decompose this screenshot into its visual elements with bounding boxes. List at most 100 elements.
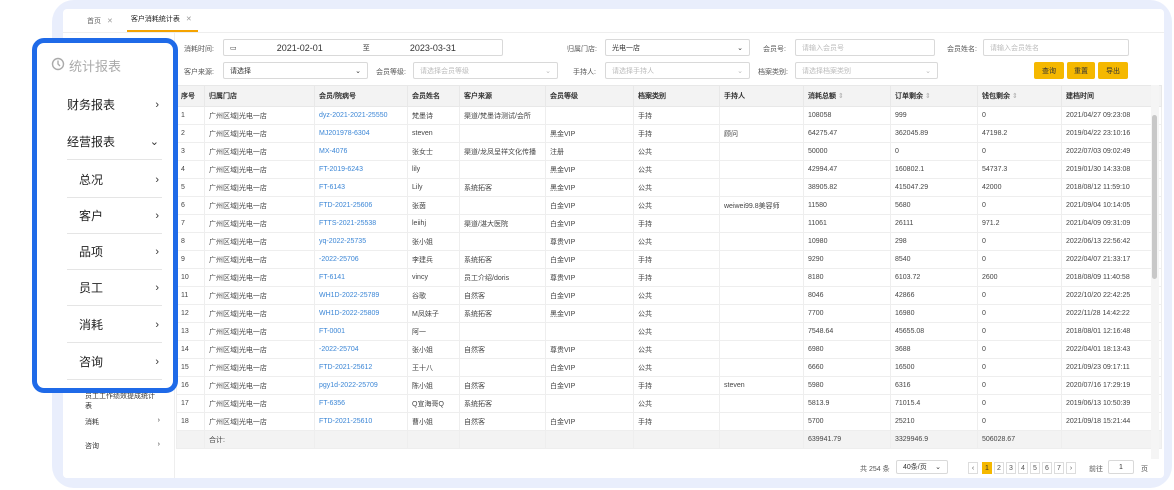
menu-item[interactable]: 财务报表 ›: [67, 96, 159, 113]
chevron-right-icon: ›: [155, 355, 159, 368]
goto-page-input[interactable]: 1: [1108, 460, 1134, 474]
export-button[interactable]: 导出: [1098, 62, 1128, 79]
table-row[interactable]: 8 广州区域|光电一店 yq-2022-25735 张小姐 尊贵VIP 公共 10980 29…: [176, 232, 1162, 251]
sidebar-item-label: 员工工作绩效提成统计表: [85, 393, 155, 410]
tab-customer-consumption[interactable]: 客户消耗统计表 ✕: [126, 14, 198, 32]
member-id-link[interactable]: dyz-2021-2021-25550: [314, 106, 408, 125]
next-page-button[interactable]: ›: [1066, 462, 1076, 474]
close-icon[interactable]: ✕: [186, 15, 192, 23]
table-row[interactable]: 16 广州区域|光电一店 pgy1d-2022-25709 陈小姐 自然客 白金VIP 手持…: [176, 376, 1162, 395]
table-row[interactable]: 3 广州区域|光电一店 MX-4076 张女士 渠道/龙凤呈祥文化传播 注册 公共 50000…: [176, 142, 1162, 161]
handler-select[interactable]: 请选择手持人 ⌄: [605, 62, 750, 79]
member-id-link[interactable]: FTD-2021-25606: [314, 196, 408, 215]
table-row[interactable]: 7 广州区域|光电一店 FTTS-2021-25538 leiihj 渠道/湛大医院 白金…: [176, 214, 1162, 233]
member-id-link[interactable]: FT-6141: [314, 268, 408, 287]
store-select[interactable]: 光电一店 ⌄: [605, 39, 750, 56]
menu-item[interactable]: 消耗 ›: [79, 316, 159, 333]
table-row[interactable]: 17 广州区域|光电一店 FT-6356 Q宣海哥Q 系统拓客 公共 5813.9 71015…: [176, 394, 1162, 413]
member-id-link[interactable]: pgy1d-2022-25709: [314, 376, 408, 395]
member-id-link[interactable]: -2022-25706: [314, 250, 408, 269]
reset-button[interactable]: 重置: [1067, 62, 1095, 79]
page-number-button[interactable]: 6: [1042, 462, 1052, 474]
table-cell: 7548.64: [803, 322, 891, 341]
close-icon[interactable]: ✕: [107, 17, 113, 25]
table-cell: [719, 394, 804, 413]
date-range-picker[interactable]: ▭ 2021-02-01 至 2023-03-31: [223, 39, 503, 56]
table-row[interactable]: 15 广州区域|光电一店 FTD-2021-25612 王十八 白金VIP 公共 6660 1…: [176, 358, 1162, 377]
prev-page-button[interactable]: ‹: [968, 462, 978, 474]
table-row[interactable]: 13 广州区域|光电一店 FT-0001 阿一 公共 7548.64 45655.08 0 20…: [176, 322, 1162, 341]
source-select[interactable]: 请选择 ⌄: [223, 62, 368, 79]
archive-select[interactable]: 请选择档案类别 ⌄: [795, 62, 938, 79]
tab-home[interactable]: 首页 ✕: [83, 16, 119, 32]
table-row[interactable]: 2 广州区域|光电一店 MJ201978-6304 steven 黑金VIP 手持 顾问 64…: [176, 124, 1162, 143]
menu-item[interactable]: 客户 ›: [79, 207, 159, 224]
sort-icon[interactable]: ⇕: [925, 93, 931, 100]
table-row[interactable]: 14 广州区域|光电一店 -2022-25704 张小姐 自然客 尊贵VIP 公共 6980 3…: [176, 340, 1162, 359]
table-cell: [719, 106, 804, 125]
table-cell: 自然客: [459, 412, 546, 431]
table-cell: 公共: [633, 196, 720, 215]
summary-cell: [719, 430, 804, 449]
sidebar-item-consumption[interactable]: 消耗 ›: [85, 417, 160, 427]
column-header[interactable]: 消耗总额 ⇕: [803, 85, 891, 107]
page-number-button[interactable]: 1: [982, 462, 992, 474]
sidebar-item-consult[interactable]: 咨询 ›: [85, 441, 160, 451]
member-id-link[interactable]: MJ201978-6304: [314, 124, 408, 143]
menu-item[interactable]: 品项 ›: [79, 243, 159, 260]
table-cell: 2022/11/28 14:42:22: [1061, 304, 1162, 323]
scrollbar-thumb[interactable]: [1152, 115, 1157, 279]
table-cell: 1: [176, 106, 205, 125]
member-id-link[interactable]: WH1D-2022-25789: [314, 286, 408, 305]
table-cell: 自然客: [459, 340, 546, 359]
column-header[interactable]: 订单剩余 ⇕: [890, 85, 978, 107]
page-number-button[interactable]: 7: [1054, 462, 1064, 474]
column-header[interactable]: 钱包剩余 ⇕: [977, 85, 1062, 107]
page-number-button[interactable]: 5: [1030, 462, 1040, 474]
table-cell: 公共: [633, 160, 720, 179]
table-row[interactable]: 1 广州区域|光电一店 dyz-2021-2021-25550 梵墨诗 渠道/梵墨诗测试…: [176, 106, 1162, 125]
table-cell: 0: [977, 412, 1062, 431]
divider: [67, 197, 162, 198]
table-row[interactable]: 12 广州区域|光电一店 WH1D-2022-25809 M凤妹子 系统拓客 黑金VIP 公…: [176, 304, 1162, 323]
table-cell: 系统拓客: [459, 178, 546, 197]
page-size-select[interactable]: 40条/页 ⌄: [896, 460, 948, 474]
table-cell: [719, 214, 804, 233]
member-id-link[interactable]: -2022-25704: [314, 340, 408, 359]
table-cell: 0: [977, 232, 1062, 251]
menu-item[interactable]: 总况 ›: [79, 171, 159, 188]
table-row[interactable]: 11 广州区域|光电一店 WH1D-2022-25789 谷歌 自然客 白金VIP 公共 80…: [176, 286, 1162, 305]
table-row[interactable]: 4 广州区域|光电一店 FT-2019-6243 lily 黑金VIP 公共 42994.4…: [176, 160, 1162, 179]
member-id-link[interactable]: FTTS-2021-25538: [314, 214, 408, 233]
table-row[interactable]: 18 广州区域|光电一店 FTD-2021-25610 曹小姐 自然客 白金VIP 手持 57…: [176, 412, 1162, 431]
member-id-link[interactable]: FTD-2021-25610: [314, 412, 408, 431]
member-id-link[interactable]: FT-0001: [314, 322, 408, 341]
member-id-link[interactable]: WH1D-2022-25809: [314, 304, 408, 323]
table-row[interactable]: 9 广州区域|光电一店 -2022-25706 李建兵 系统拓客 白金VIP 手持 9290 8…: [176, 250, 1162, 269]
member-id-link[interactable]: FT-6143: [314, 178, 408, 197]
member-id-link[interactable]: FTD-2021-25612: [314, 358, 408, 377]
page-number-button[interactable]: 2: [994, 462, 1004, 474]
table-row[interactable]: 5 广州区域|光电一店 FT-6143 Lily 系统拓客 黑金VIP 公共 38905.82…: [176, 178, 1162, 197]
member-name-input[interactable]: 请输入会员姓名: [983, 39, 1129, 56]
member-id-link[interactable]: MX-4076: [314, 142, 408, 161]
table-row[interactable]: 10 广州区域|光电一店 FT-6141 vincy 员工介绍/doris 尊贵VIP 手持…: [176, 268, 1162, 287]
member-id-link[interactable]: FT-2019-6243: [314, 160, 408, 179]
table-row[interactable]: 6 广州区域|光电一店 FTD-2021-25606 张茵 白金VIP 公共 weiwei9…: [176, 196, 1162, 215]
page-number-button[interactable]: 4: [1018, 462, 1028, 474]
table-cell: [719, 322, 804, 341]
menu-item[interactable]: 经营报表 ⌄: [67, 133, 159, 150]
menu-item[interactable]: 员工 ›: [79, 279, 159, 296]
level-select[interactable]: 请选择会员等级 ⌄: [413, 62, 558, 79]
member-no-input[interactable]: 请输入会员号: [795, 39, 935, 56]
member-id-link[interactable]: FT-6356: [314, 394, 408, 413]
sort-icon[interactable]: ⇕: [1012, 93, 1018, 100]
page-number-button[interactable]: 3: [1006, 462, 1016, 474]
query-button[interactable]: 查询: [1034, 62, 1064, 79]
member-id-link[interactable]: yq-2022-25735: [314, 232, 408, 251]
sidebar-item-staff-performance[interactable]: 员工工作绩效提成统计表: [85, 391, 160, 411]
menu-item[interactable]: 咨询 ›: [79, 353, 159, 370]
tab-bar: 首页 ✕ 客户消耗统计表 ✕: [63, 9, 1164, 33]
table-cell: 0: [977, 106, 1062, 125]
sort-icon[interactable]: ⇕: [838, 93, 844, 100]
